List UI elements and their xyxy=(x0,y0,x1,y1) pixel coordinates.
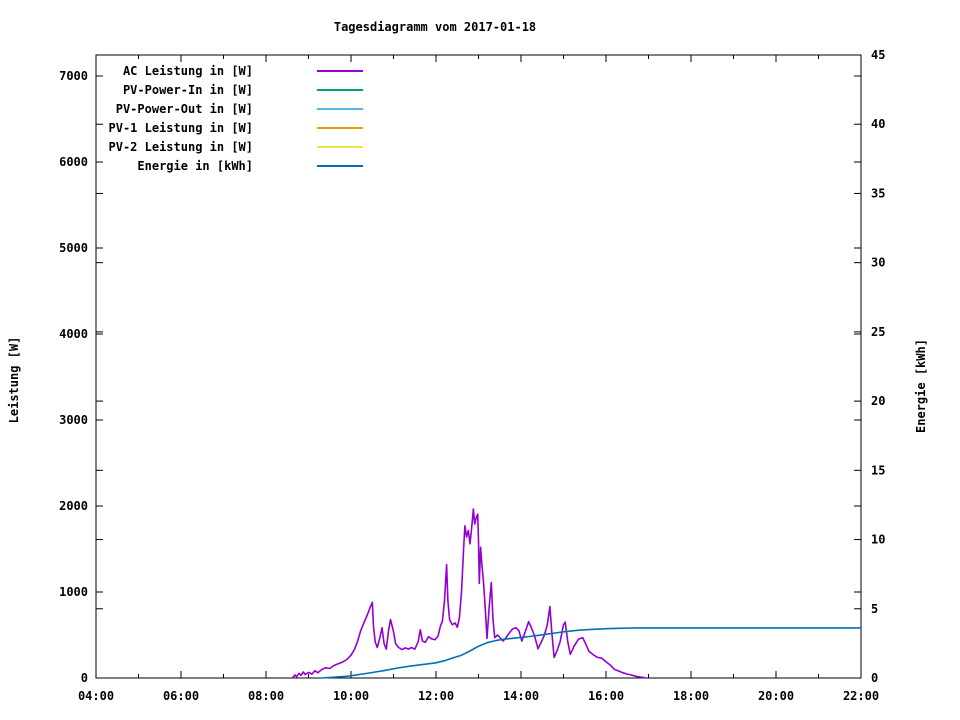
legend-line-sample-ac-leistung xyxy=(317,70,363,72)
y2-tick-label: 10 xyxy=(871,533,885,547)
x-tick-label: 20:00 xyxy=(758,689,794,703)
chart-page: 04:00 06:00 08:00 10:00 12:00 14:00 16:00 18:00… xyxy=(0,0,960,720)
chart-title: Tagesdiagramm vom 2017-01-18 xyxy=(333,20,537,34)
legend-line-sample-pv2-leistung xyxy=(317,146,363,148)
y2-tick-label: 0 xyxy=(871,671,878,685)
legend-label-energie: Energie in [kWh] xyxy=(137,159,253,173)
y2-tick-label: 15 xyxy=(871,463,885,477)
y-axis-label: Leistung [W] xyxy=(7,336,21,424)
legend-line-sample-pv-power-out xyxy=(317,108,363,110)
y2-tick-label: 45 xyxy=(871,48,885,62)
y2-tick-label: 5 xyxy=(871,602,878,616)
y-tick-label: 3000 xyxy=(59,413,88,427)
y2-tick-label: 20 xyxy=(871,394,885,408)
x-tick-label: 12:00 xyxy=(418,689,454,703)
legend-label-ac-leistung: AC Leistung in [W] xyxy=(122,64,253,78)
y-tick-label: 1000 xyxy=(59,585,88,599)
x-tick-label: 18:00 xyxy=(673,689,709,703)
legend-label-pv-power-out: PV-Power-Out in [W] xyxy=(115,102,253,116)
x-tick-label: 22:00 xyxy=(843,689,879,703)
y2-axis-label: Energie [kWh] xyxy=(914,339,928,433)
y2-tick-label: 30 xyxy=(871,256,885,270)
y2-tick-label: 25 xyxy=(871,325,885,339)
x-tick-label: 06:00 xyxy=(163,689,199,703)
y2-tick-label: 35 xyxy=(871,186,885,200)
y-tick-label: 0 xyxy=(81,671,88,685)
y2-tick-label: 40 xyxy=(871,117,885,131)
legend-label-pv-power-in: PV-Power-In in [W] xyxy=(122,83,253,97)
legend-line-sample-pv1-leistung xyxy=(317,127,363,129)
x-tick-label: 16:00 xyxy=(588,689,624,703)
x-tick-label: 08:00 xyxy=(248,689,284,703)
ac-leistung-line xyxy=(291,508,648,679)
legend-label-pv1-leistung: PV-1 Leistung in [W] xyxy=(108,121,254,135)
x-tick-label: 14:00 xyxy=(503,689,539,703)
x-tick-label: 04:00 xyxy=(78,689,114,703)
x-tick-label: 10:00 xyxy=(333,689,369,703)
y-tick-label: 5000 xyxy=(59,241,88,255)
legend-line-sample-energie xyxy=(317,165,363,167)
legend-line-sample-pv-power-in xyxy=(317,89,363,91)
y-tick-label: 2000 xyxy=(59,499,88,513)
legend-label-pv2-leistung: PV-2 Leistung in [W] xyxy=(108,140,254,154)
y-tick-label: 4000 xyxy=(59,327,88,341)
